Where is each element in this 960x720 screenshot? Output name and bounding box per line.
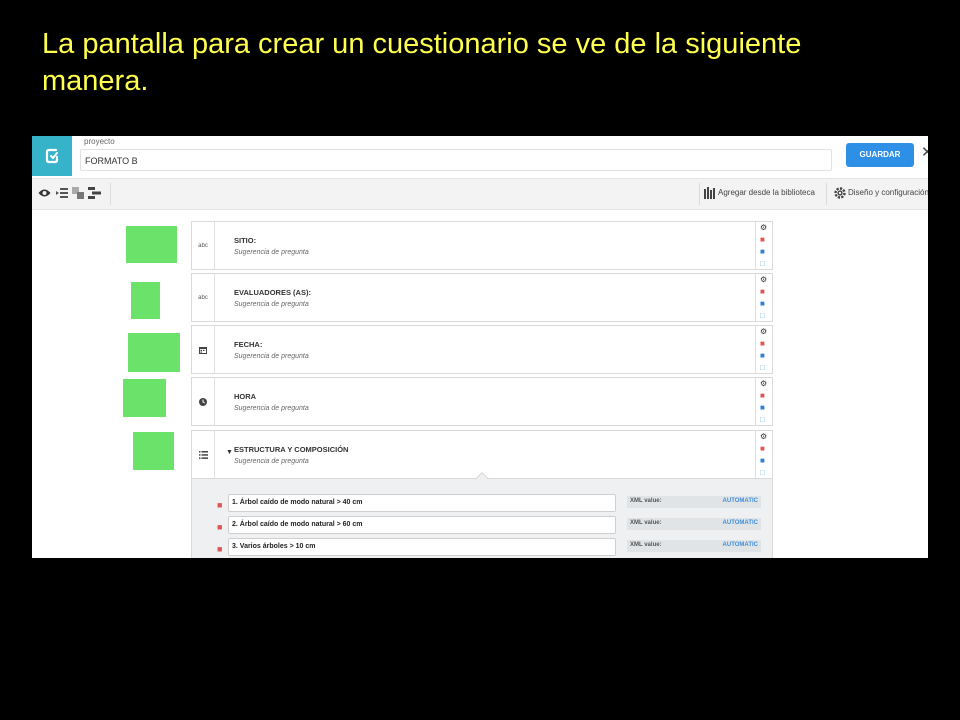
question-row[interactable]: abc SITIO: Sugerencia de pregunta ⚙ ■ ■ … bbox=[191, 221, 773, 270]
app-logo[interactable] bbox=[32, 136, 72, 176]
library-icon[interactable] bbox=[704, 187, 715, 199]
insert-row-icon[interactable] bbox=[56, 187, 68, 199]
project-label: proyecto bbox=[84, 137, 115, 146]
trash-icon[interactable]: ■ bbox=[760, 236, 765, 244]
trash-icon[interactable]: ■ bbox=[217, 500, 222, 510]
xml-value[interactable]: AUTOMATIC bbox=[723, 498, 758, 504]
duplicate-icon[interactable]: ■ bbox=[760, 300, 765, 308]
toolbar-divider bbox=[110, 183, 111, 205]
sticky-note bbox=[123, 379, 166, 417]
question-actions: ⚙ ■ ■ □ bbox=[755, 378, 772, 425]
duplicate-icon[interactable]: ■ bbox=[760, 248, 765, 256]
question-actions: ⚙ ■ ■ □ bbox=[755, 431, 772, 478]
project-name-input[interactable]: FORMATO B bbox=[80, 149, 832, 171]
add-to-library-icon[interactable]: □ bbox=[760, 416, 765, 424]
clock-icon bbox=[192, 378, 215, 425]
gear-icon[interactable]: ⚙ bbox=[760, 276, 767, 284]
add-to-library-icon[interactable]: □ bbox=[760, 312, 765, 320]
branch-icon[interactable] bbox=[88, 187, 101, 199]
xml-value-field[interactable]: XML value: AUTOMATIC bbox=[627, 496, 761, 508]
gear-icon[interactable]: ⚙ bbox=[760, 380, 767, 388]
slide-title-line-2: manera. bbox=[42, 65, 149, 97]
duplicate-icon[interactable]: ■ bbox=[760, 457, 765, 465]
sticky-note bbox=[126, 226, 177, 263]
question-row[interactable]: FECHA: Sugerencia de pregunta ⚙ ■ ■ □ bbox=[191, 325, 773, 374]
option-input[interactable]: 2. Árbol caído de modo natural > 60 cm bbox=[228, 516, 616, 534]
trash-icon[interactable]: ■ bbox=[760, 340, 765, 348]
trash-icon[interactable]: ■ bbox=[760, 392, 765, 400]
xml-value-label: XML value: bbox=[630, 542, 662, 548]
add-to-library-icon[interactable]: □ bbox=[760, 364, 765, 372]
question-actions: ⚙ ■ ■ □ bbox=[755, 274, 772, 321]
calendar-icon bbox=[192, 326, 215, 373]
option-input[interactable]: 1. Árbol caído de modo natural > 40 cm bbox=[228, 494, 616, 512]
xml-value[interactable]: AUTOMATIC bbox=[723, 520, 758, 526]
question-label[interactable]: HORA bbox=[234, 392, 256, 401]
question-label[interactable]: SITIO: bbox=[234, 236, 256, 245]
trash-icon[interactable]: ■ bbox=[217, 522, 222, 532]
sticky-note bbox=[131, 282, 160, 319]
question-hint[interactable]: Sugerencia de pregunta bbox=[234, 405, 309, 412]
save-button[interactable]: GUARDAR bbox=[846, 143, 914, 167]
toolbar-divider bbox=[826, 183, 827, 205]
trash-icon[interactable]: ■ bbox=[760, 288, 765, 296]
add-to-library-icon[interactable]: □ bbox=[760, 469, 765, 477]
text-type-icon: abc bbox=[192, 222, 215, 269]
gear-icon[interactable]: ⚙ bbox=[760, 433, 767, 441]
question-row[interactable]: HORA Sugerencia de pregunta ⚙ ■ ■ □ bbox=[191, 377, 773, 426]
sticky-note bbox=[128, 333, 180, 372]
add-to-library-icon[interactable]: □ bbox=[760, 260, 765, 268]
group-icon[interactable] bbox=[72, 187, 84, 199]
question-row[interactable]: abc EVALUADORES (AS): Sugerencia de preg… bbox=[191, 273, 773, 322]
question-actions: ⚙ ■ ■ □ bbox=[755, 222, 772, 269]
sticky-note bbox=[133, 432, 174, 470]
gear-icon[interactable] bbox=[834, 187, 846, 199]
trash-icon[interactable]: ■ bbox=[217, 544, 222, 554]
choice-options-panel: ■ 1. Árbol caído de modo natural > 40 cm… bbox=[191, 471, 773, 558]
xml-value-label: XML value: bbox=[630, 520, 662, 526]
trash-icon[interactable]: ■ bbox=[760, 445, 765, 453]
xml-value-field[interactable]: XML value: AUTOMATIC bbox=[627, 540, 761, 552]
xml-value-field[interactable]: XML value: AUTOMATIC bbox=[627, 518, 761, 530]
question-hint[interactable]: Sugerencia de pregunta bbox=[234, 353, 309, 360]
list-icon bbox=[192, 431, 215, 478]
builder-toolbar: Agregar desde la biblioteca Diseño y con… bbox=[32, 178, 928, 210]
toolbar-divider bbox=[699, 183, 700, 205]
form-builder-screenshot: proyecto FORMATO B GUARDAR ✕ Agregar des… bbox=[32, 136, 928, 558]
question-hint[interactable]: Sugerencia de pregunta bbox=[234, 301, 309, 308]
question-label[interactable]: ESTRUCTURA Y COMPOSICIÓN bbox=[234, 445, 348, 454]
slide-title-line-1: La pantalla para crear un cuestionario s… bbox=[42, 28, 802, 60]
gear-icon[interactable]: ⚙ bbox=[760, 328, 767, 336]
question-label[interactable]: EVALUADORES (AS): bbox=[234, 288, 311, 297]
option-input[interactable]: 3. Varios árboles > 10 cm bbox=[228, 538, 616, 556]
logo-icon bbox=[45, 148, 59, 164]
question-label[interactable]: FECHA: bbox=[234, 340, 262, 349]
question-hint[interactable]: Sugerencia de pregunta bbox=[234, 249, 309, 256]
question-actions: ⚙ ■ ■ □ bbox=[755, 326, 772, 373]
question-hint[interactable]: Sugerencia de pregunta bbox=[234, 458, 309, 465]
design-settings-button[interactable]: Diseño y configuración bbox=[848, 188, 928, 197]
duplicate-icon[interactable]: ■ bbox=[760, 352, 765, 360]
text-type-icon: abc bbox=[192, 274, 215, 321]
caret-down-icon[interactable]: ▼ bbox=[226, 449, 233, 456]
add-from-library-button[interactable]: Agregar desde la biblioteca bbox=[718, 188, 815, 197]
xml-value[interactable]: AUTOMATIC bbox=[723, 542, 758, 548]
gear-icon[interactable]: ⚙ bbox=[760, 224, 767, 232]
slide-title: La pantalla para crear un cuestionario s… bbox=[42, 26, 922, 100]
close-icon[interactable]: ✕ bbox=[921, 144, 928, 162]
xml-value-label: XML value: bbox=[630, 498, 662, 504]
duplicate-icon[interactable]: ■ bbox=[760, 404, 765, 412]
eye-icon[interactable] bbox=[38, 187, 51, 199]
